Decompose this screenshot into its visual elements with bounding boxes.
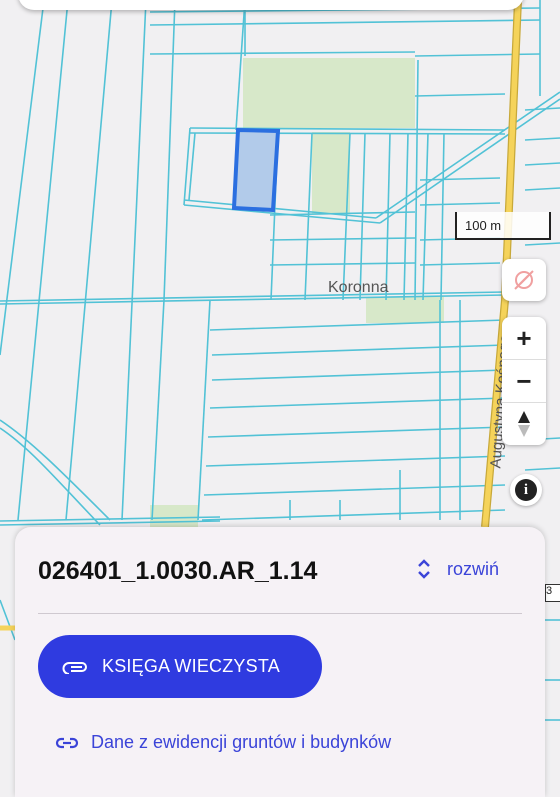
farmland-area — [366, 297, 444, 323]
land-register-button[interactable]: KSIĘGA WIECZYSTA — [38, 635, 322, 698]
link-icon — [55, 737, 79, 748]
edge-badge: 3 — [545, 584, 560, 602]
info-button[interactable]: i — [510, 474, 542, 506]
north-arrow-icon — [518, 411, 530, 437]
farmland-area — [243, 58, 415, 128]
zoom-controls: + − — [502, 317, 546, 445]
expand-button[interactable]: rozwiń — [415, 558, 499, 580]
land-register-label: KSIĘGA WIECZYSTA — [102, 656, 280, 676]
info-icon: i — [515, 479, 537, 501]
place-label: Koronna — [328, 279, 389, 296]
selected-parcel[interactable] — [231, 127, 281, 213]
zoom-in-button[interactable]: + — [502, 317, 546, 359]
compass-button[interactable] — [502, 259, 546, 301]
farmland-area — [312, 132, 350, 214]
search-bar[interactable] — [18, 0, 524, 10]
north-button[interactable] — [502, 402, 546, 445]
unfold-icon — [418, 559, 430, 579]
compass-off-icon — [502, 259, 546, 301]
attachment-icon — [62, 661, 87, 674]
egib-link-label: Dane z ewidencji gruntów i budynków — [91, 732, 392, 752]
divider — [38, 613, 522, 614]
parcel-id: 026401_1.0030.AR_1.14 — [38, 557, 318, 585]
egib-data-link[interactable]: Dane z ewidencji gruntów i budynków — [55, 732, 391, 753]
farmland-area — [150, 505, 198, 527]
scale-label: 100 m — [465, 218, 502, 233]
expand-label: rozwiń — [447, 558, 500, 579]
parcel-bottom-sheet: 026401_1.0030.AR_1.14 rozwiń KSIĘGA WIEC… — [15, 527, 545, 797]
zoom-out-button[interactable]: − — [502, 359, 546, 402]
scale-bar: 100 m — [455, 212, 551, 240]
